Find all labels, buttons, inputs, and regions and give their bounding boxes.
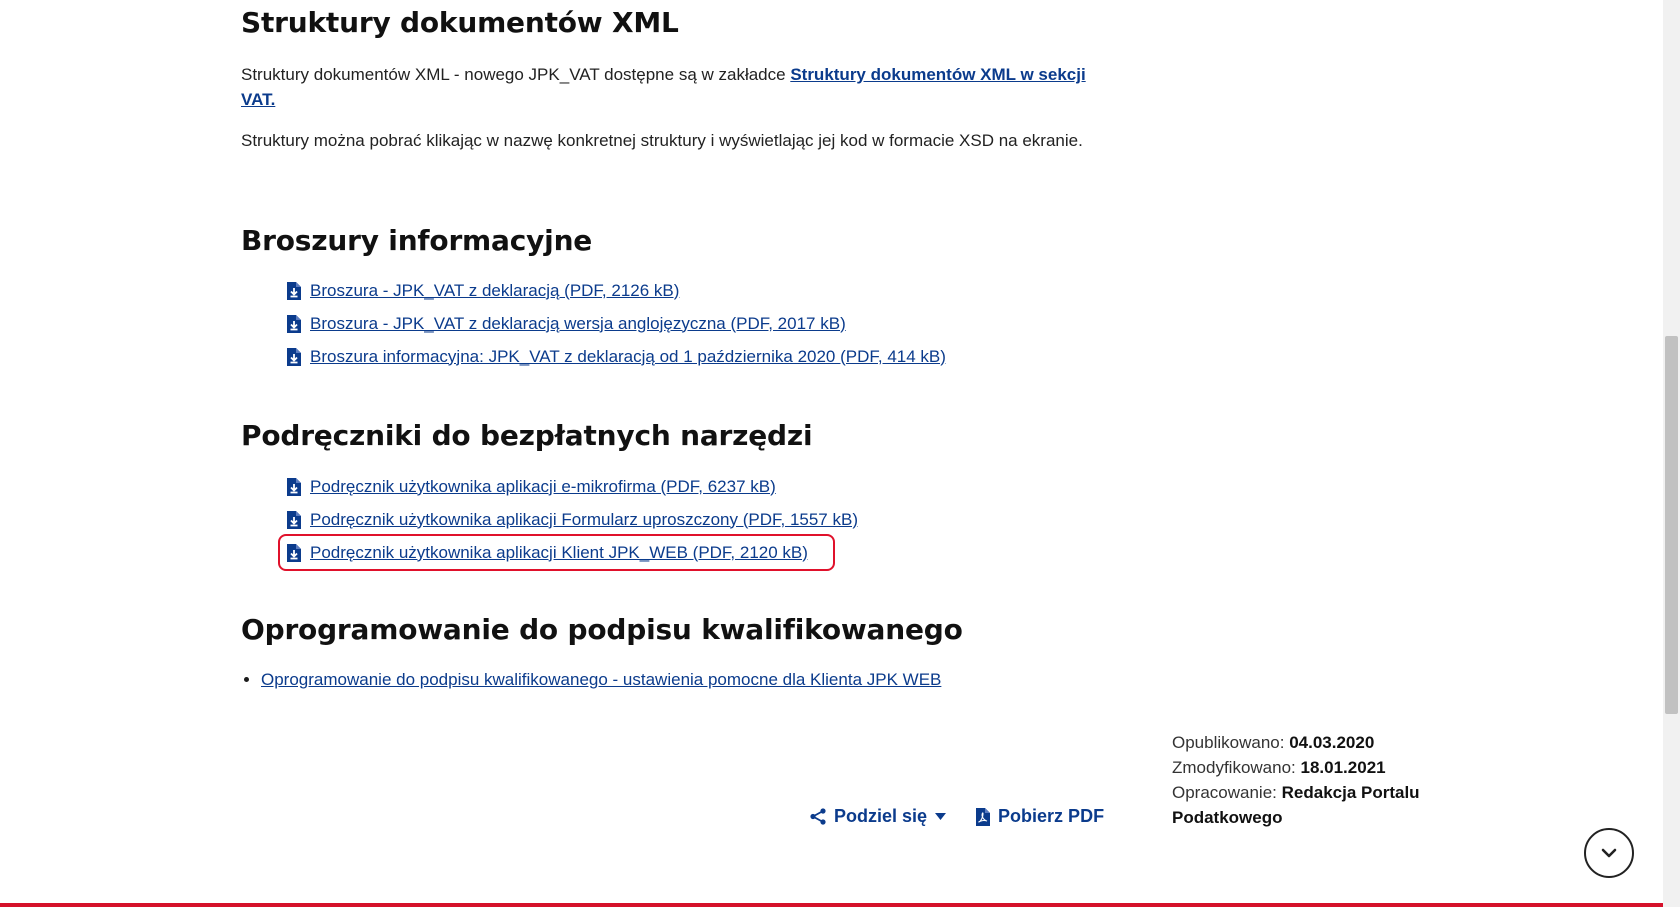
broszura-link-1[interactable]: Broszura - JPK_VAT z deklaracją (PDF, 21… — [310, 281, 679, 301]
share-button[interactable]: Podziel się — [810, 806, 947, 827]
download-pdf-button[interactable]: Pobierz PDF — [976, 806, 1104, 827]
download-item: Podręcznik użytkownika aplikacji e-mikro… — [286, 470, 858, 503]
page-scrollbar[interactable] — [1663, 0, 1680, 907]
podrecznik-link-1[interactable]: Podręcznik użytkownika aplikacji e-mikro… — [310, 477, 776, 497]
list-item: Oprogramowanie do podpisu kwalifikowaneg… — [261, 670, 941, 690]
broszury-list: Broszura - JPK_VAT z deklaracją (PDF, 21… — [286, 274, 946, 373]
article-meta: Opublikowano: 04.03.2020 Zmodyfikowano: … — [1172, 730, 1442, 830]
section-title-broszury: Broszury informacyjne — [241, 224, 593, 257]
section-title-xml: Struktury dokumentów XML — [241, 6, 679, 39]
article-actions: Podziel się Pobierz PDF — [810, 806, 1104, 827]
scroll-down-button[interactable] — [1584, 828, 1634, 878]
broszura-link-2[interactable]: Broszura - JPK_VAT z deklaracją wersja a… — [310, 314, 846, 334]
xml-paragraph-2: Struktury można pobrać klikając w nazwę … — [241, 131, 1083, 150]
download-item: Podręcznik użytkownika aplikacji Formula… — [286, 503, 858, 536]
xml-paragraph-1-text: Struktury dokumentów XML - nowego JPK_VA… — [241, 65, 791, 84]
download-item: Broszura - JPK_VAT z deklaracją (PDF, 21… — [286, 274, 946, 307]
download-item: Broszura - JPK_VAT z deklaracją wersja a… — [286, 307, 946, 340]
bottom-accent-bar — [0, 903, 1663, 907]
podreczniki-list: Podręcznik użytkownika aplikacji e-mikro… — [278, 470, 858, 571]
file-download-icon — [287, 281, 301, 300]
oprogramowanie-list: Oprogramowanie do podpisu kwalifikowaneg… — [261, 670, 941, 690]
oprogramowanie-link-1[interactable]: Oprogramowanie do podpisu kwalifikowaneg… — [261, 670, 941, 689]
pdf-file-icon — [976, 807, 991, 826]
pdf-label: Pobierz PDF — [998, 806, 1105, 826]
meta-author: Opracowanie: Redakcja Portalu Podatkoweg… — [1172, 783, 1420, 827]
caret-down-icon — [935, 813, 947, 820]
share-label: Podziel się — [834, 806, 928, 826]
file-download-icon — [287, 314, 301, 333]
section-title-podreczniki: Podręczniki do bezpłatnych narzędzi — [241, 419, 813, 452]
podrecznik-link-2[interactable]: Podręcznik użytkownika aplikacji Formula… — [310, 510, 858, 530]
download-item: Broszura informacyjna: JPK_VAT z deklara… — [286, 340, 946, 373]
podrecznik-link-3[interactable]: Podręcznik użytkownika aplikacji Klient … — [310, 543, 808, 563]
file-download-icon — [287, 347, 301, 366]
file-download-icon — [287, 543, 301, 562]
chevron-down-icon — [1601, 848, 1617, 858]
xml-paragraph-1: Struktury dokumentów XML - nowego JPK_VA… — [241, 62, 1111, 112]
scrollbar-thumb[interactable] — [1665, 336, 1678, 714]
file-download-icon — [287, 510, 301, 529]
share-icon — [810, 808, 826, 825]
section-title-oprogramowanie: Oprogramowanie do podpisu kwalifikowaneg… — [241, 613, 963, 646]
broszura-link-3[interactable]: Broszura informacyjna: JPK_VAT z deklara… — [310, 347, 946, 367]
meta-published: Opublikowano: 04.03.2020 — [1172, 733, 1375, 752]
download-item-highlighted: Podręcznik użytkownika aplikacji Klient … — [278, 534, 835, 571]
meta-modified: Zmodyfikowano: 18.01.2021 — [1172, 758, 1386, 777]
file-download-icon — [287, 477, 301, 496]
